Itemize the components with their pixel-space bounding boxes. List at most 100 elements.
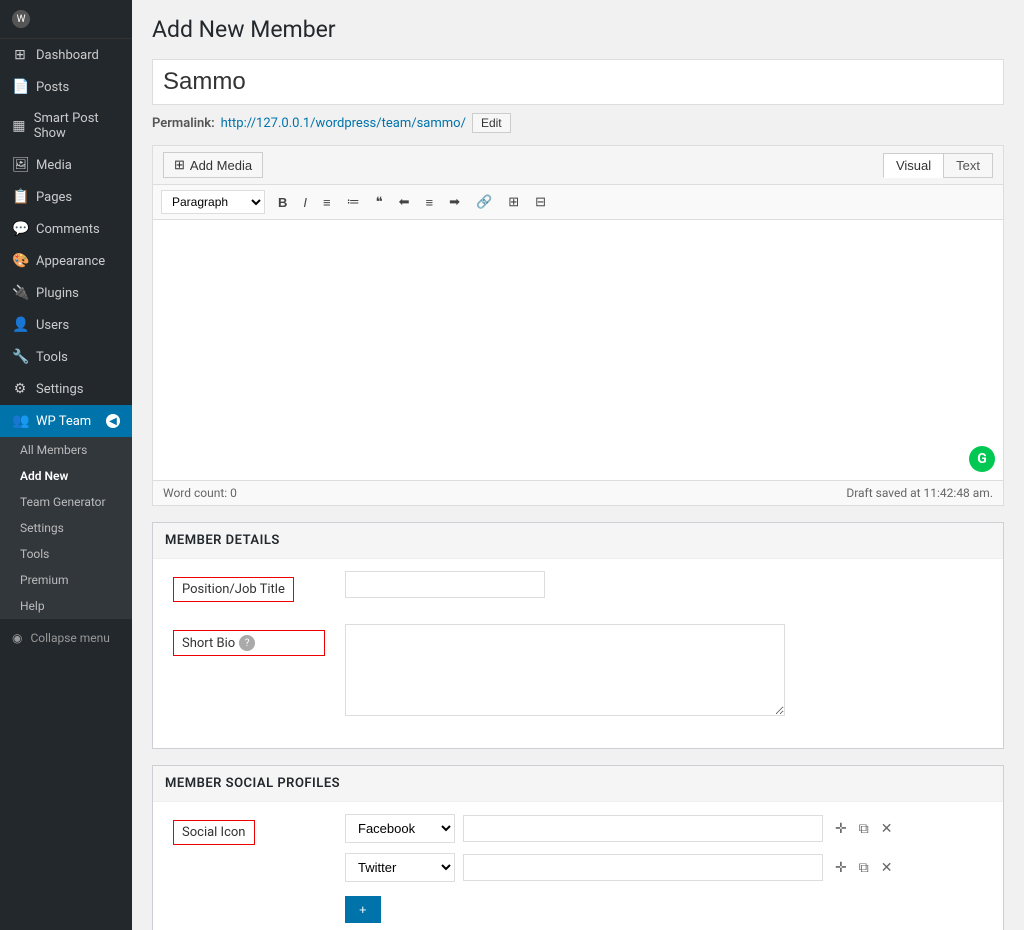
draft-saved: Draft saved at 11:42:48 am. bbox=[846, 486, 993, 500]
social-actions-2: ✛ ⧉ ✕ bbox=[831, 857, 896, 878]
sidebar-item-plugins[interactable]: 🔌 Plugins bbox=[0, 277, 132, 309]
sidebar-item-comments[interactable]: 💬 Comments bbox=[0, 213, 132, 245]
sidebar: W ⊞ Dashboard 📄 Posts ▦ Smart Post Show … bbox=[0, 0, 132, 930]
short-bio-textarea[interactable] bbox=[345, 624, 785, 716]
dashboard-icon: ⊞ bbox=[12, 47, 28, 63]
permalink-link[interactable]: http://127.0.0.1/wordpress/team/sammo/ bbox=[221, 116, 466, 131]
sidebar-item-users[interactable]: 👤 Users bbox=[0, 309, 132, 341]
sidebar-item-label: Appearance bbox=[36, 254, 105, 269]
wordpress-icon: W bbox=[12, 10, 30, 28]
wp-team-icon: 👥 bbox=[12, 413, 28, 429]
submenu-item-label: Help bbox=[20, 599, 45, 613]
collapse-label: Collapse menu bbox=[30, 631, 109, 645]
sidebar-item-appearance[interactable]: 🎨 Appearance bbox=[0, 245, 132, 277]
add-media-icon: ⊞ bbox=[174, 157, 185, 173]
editor-body[interactable]: G bbox=[153, 220, 1003, 480]
table-button[interactable]: ⊞ bbox=[501, 190, 526, 214]
social-drag-button-2[interactable]: ✛ bbox=[831, 857, 851, 878]
italic-button[interactable]: I bbox=[296, 191, 314, 214]
submenu-item-label: Tools bbox=[20, 547, 49, 561]
social-platform-select-1[interactable]: Facebook Twitter LinkedIn Instagram YouT… bbox=[345, 814, 455, 843]
submenu-settings[interactable]: Settings bbox=[0, 515, 132, 541]
users-icon: 👤 bbox=[12, 317, 28, 333]
sidebar-item-label: Plugins bbox=[36, 286, 79, 301]
sidebar-item-wp-team[interactable]: 👥 WP Team ◀ bbox=[0, 405, 132, 437]
media-icon: 🖼 bbox=[12, 157, 28, 173]
submenu-item-label: Team Generator bbox=[20, 495, 106, 509]
sidebar-item-label: Media bbox=[36, 158, 72, 173]
member-social-body: Social Icon Facebook Twitter LinkedIn In… bbox=[153, 802, 1003, 930]
editor-footer: Word count: 0 Draft saved at 11:42:48 am… bbox=[153, 480, 1003, 505]
sidebar-item-tools[interactable]: 🔧 Tools bbox=[0, 341, 132, 373]
sidebar-item-media[interactable]: 🖼 Media bbox=[0, 149, 132, 181]
position-input[interactable] bbox=[345, 571, 545, 598]
bold-button[interactable]: B bbox=[271, 191, 294, 214]
social-copy-button-2[interactable]: ⧉ bbox=[855, 857, 873, 878]
social-drag-button-1[interactable]: ✛ bbox=[831, 818, 851, 839]
member-social-header: MEMBER SOCIAL PROFILES bbox=[153, 766, 1003, 802]
sidebar-logo: W bbox=[0, 0, 132, 39]
member-details-header: MEMBER DETAILS bbox=[153, 523, 1003, 559]
social-url-input-2[interactable] bbox=[463, 854, 823, 881]
short-bio-input-wrapper bbox=[345, 624, 987, 720]
collapse-menu-button[interactable]: ◉ Collapse menu bbox=[0, 623, 132, 653]
comments-icon: 💬 bbox=[12, 221, 28, 237]
format-select[interactable]: Paragraph Heading 1 Heading 2 Heading 3 … bbox=[161, 190, 265, 214]
sidebar-item-settings[interactable]: ⚙ Settings bbox=[0, 373, 132, 405]
editor-view-tabs: Visual Text bbox=[883, 153, 993, 178]
post-title-input[interactable] bbox=[152, 59, 1004, 105]
social-delete-button-2[interactable]: ✕ bbox=[877, 857, 897, 878]
short-bio-help-icon[interactable]: ? bbox=[239, 635, 255, 651]
social-copy-button-1[interactable]: ⧉ bbox=[855, 818, 873, 839]
social-url-input-1[interactable] bbox=[463, 815, 823, 842]
submenu-premium[interactable]: Premium bbox=[0, 567, 132, 593]
tab-text[interactable]: Text bbox=[943, 153, 993, 178]
sidebar-item-label: Dashboard bbox=[36, 48, 99, 63]
submenu-item-label: Premium bbox=[20, 573, 68, 587]
tools-icon: 🔧 bbox=[12, 349, 28, 365]
add-media-button[interactable]: ⊞ Add Media bbox=[163, 152, 263, 178]
align-left-button[interactable]: ⬅ bbox=[392, 190, 417, 214]
settings-icon: ⚙ bbox=[12, 381, 28, 397]
submenu-item-label: All Members bbox=[20, 443, 87, 457]
social-platform-select-2[interactable]: Facebook Twitter LinkedIn Instagram YouT… bbox=[345, 853, 455, 882]
editor-format-bar: Paragraph Heading 1 Heading 2 Heading 3 … bbox=[153, 185, 1003, 220]
toolbar-toggle-button[interactable]: ⊟ bbox=[528, 190, 553, 214]
submenu-all-members[interactable]: All Members bbox=[0, 437, 132, 463]
word-count: Word count: 0 bbox=[163, 486, 237, 500]
social-actions-1: ✛ ⧉ ✕ bbox=[831, 818, 896, 839]
submenu-add-new[interactable]: Add New bbox=[0, 463, 132, 489]
sidebar-item-pages[interactable]: 📋 Pages bbox=[0, 181, 132, 213]
pages-icon: 📋 bbox=[12, 189, 28, 205]
link-button[interactable]: 🔗 bbox=[469, 190, 499, 214]
submenu-team-generator[interactable]: Team Generator bbox=[0, 489, 132, 515]
member-details-body: Position/Job Title Short Bio ? bbox=[153, 559, 1003, 748]
social-row-facebook: Facebook Twitter LinkedIn Instagram YouT… bbox=[345, 814, 987, 843]
sidebar-item-dashboard[interactable]: ⊞ Dashboard bbox=[0, 39, 132, 71]
sidebar-item-label: Pages bbox=[36, 190, 72, 205]
smart-post-show-icon: ▦ bbox=[12, 118, 26, 134]
sidebar-item-smart-post-show[interactable]: ▦ Smart Post Show bbox=[0, 103, 132, 149]
permalink-row: Permalink: http://127.0.0.1/wordpress/te… bbox=[152, 113, 1004, 133]
sidebar-item-posts[interactable]: 📄 Posts bbox=[0, 71, 132, 103]
unordered-list-button[interactable]: ≡ bbox=[316, 191, 338, 214]
member-social-box: MEMBER SOCIAL PROFILES Social Icon Faceb… bbox=[152, 765, 1004, 930]
appearance-icon: 🎨 bbox=[12, 253, 28, 269]
align-center-button[interactable]: ≡ bbox=[419, 191, 441, 214]
position-label: Position/Job Title bbox=[169, 571, 329, 608]
short-bio-text: Short Bio bbox=[182, 636, 235, 651]
add-media-label: Add Media bbox=[190, 158, 252, 173]
align-right-button[interactable]: ➡ bbox=[442, 190, 467, 214]
add-social-button[interactable]: + bbox=[345, 896, 381, 923]
submenu-help[interactable]: Help bbox=[0, 593, 132, 619]
editor-toolbar-top: ⊞ Add Media Visual Text bbox=[153, 146, 1003, 185]
posts-icon: 📄 bbox=[12, 79, 28, 95]
permalink-edit-button[interactable]: Edit bbox=[472, 113, 511, 133]
ordered-list-button[interactable]: ≔ bbox=[340, 190, 367, 214]
tab-visual[interactable]: Visual bbox=[883, 153, 943, 178]
submenu-tools[interactable]: Tools bbox=[0, 541, 132, 567]
social-delete-button-1[interactable]: ✕ bbox=[877, 818, 897, 839]
blockquote-button[interactable]: ❝ bbox=[369, 190, 390, 214]
wp-team-submenu: All Members Add New Team Generator Setti… bbox=[0, 437, 132, 619]
short-bio-label-box: Short Bio ? bbox=[173, 630, 325, 656]
